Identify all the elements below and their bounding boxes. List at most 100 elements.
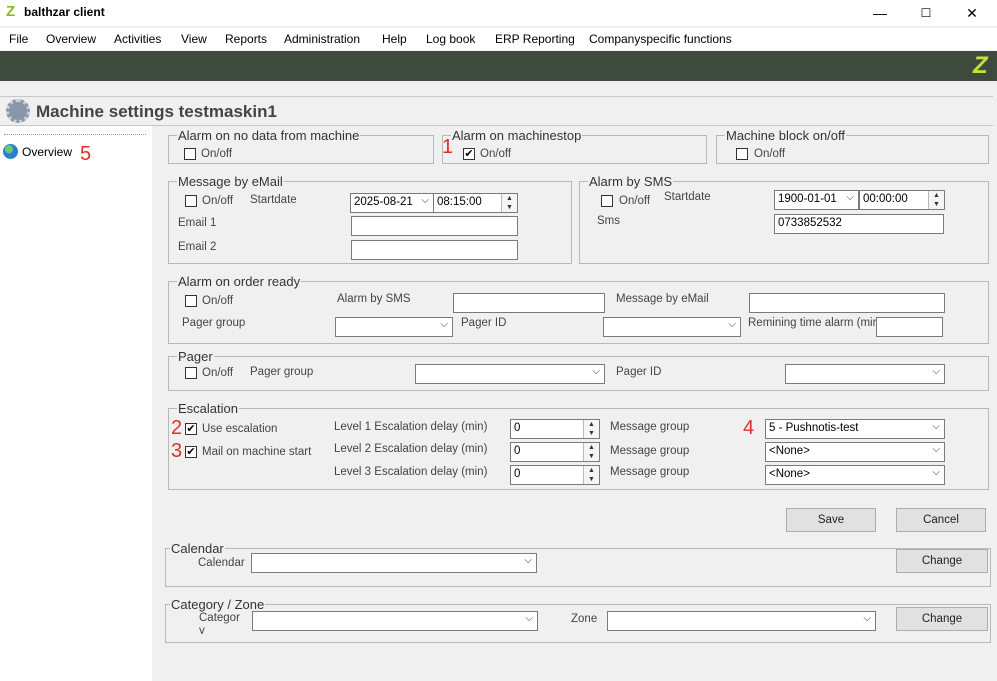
spin-arrows-icon[interactable]: ▲ ▼ (928, 191, 944, 209)
navigation-panel (0, 126, 152, 681)
nav-item-overview[interactable]: Overview (22, 145, 72, 159)
pager-id-select[interactable]: ⌵ (785, 364, 945, 384)
order-ready-pager-id-label: Pager ID (461, 317, 507, 329)
machine-block-legend: Machine block on/off (726, 128, 845, 143)
marker-3: 3 (171, 440, 183, 462)
sms-startdate-label: Startdate (664, 191, 711, 203)
email1-label: Email 1 (178, 217, 217, 229)
email-startdate-label: Startdate (250, 194, 297, 206)
sms-date-picker[interactable]: 1900-01-01 ⌵ (774, 190, 859, 210)
pager-onoff-label: On/off (202, 367, 234, 379)
chevron-down-icon: ⌵ (932, 467, 940, 478)
chevron-down-icon: ⌵ (932, 366, 940, 377)
calendar-change-button[interactable]: Change (896, 549, 988, 573)
chevron-down-icon: ⌵ (932, 444, 940, 455)
chevron-down-icon: ⌵ (592, 366, 600, 377)
spin-arrows-icon[interactable]: ▲ ▼ (583, 466, 599, 484)
order-ready-email-input[interactable] (749, 293, 945, 313)
sms-time-value: 00:00:00 (863, 193, 908, 205)
email2-input[interactable] (351, 240, 518, 260)
email2-label: Email 2 (178, 241, 217, 253)
menu-administration[interactable]: Administration (284, 32, 360, 46)
menu-file[interactable]: File (9, 32, 28, 46)
maximize-button[interactable]: ☐ (903, 0, 949, 26)
pager-legend: Pager (178, 349, 213, 364)
alarm-machinestop-label: On/off (480, 148, 512, 160)
menu-activities[interactable]: Activities (114, 32, 161, 46)
level2-delay-stepper[interactable]: 0 ▲ ▼ (510, 442, 600, 462)
sms-legend: Alarm by SMS (589, 174, 673, 189)
alarm-machinestop-checkbox[interactable]: ✔ (463, 148, 475, 160)
order-ready-pager-id-select[interactable]: ⌵ (603, 317, 741, 337)
level1-msg-group-select[interactable]: 5 - Pushnotis-test ⌵ (765, 419, 945, 439)
mail-on-start-checkbox[interactable]: ✔ (185, 446, 197, 458)
category-label: Categor y (199, 612, 240, 634)
alarm-machinestop-legend: Alarm on machinestop (452, 128, 582, 143)
cancel-button[interactable]: Cancel (896, 508, 986, 532)
title-bar (0, 0, 997, 26)
marker-1: 1 (442, 136, 454, 158)
menu-view[interactable]: View (181, 32, 207, 46)
sms-checkbox[interactable] (601, 195, 613, 207)
marker-5: 5 (80, 143, 92, 165)
level3-msg-group-select[interactable]: <None> ⌵ (765, 465, 945, 485)
alarm-no-data-legend: Alarm on no data from machine (178, 128, 360, 143)
menu-log-book[interactable]: Log book (426, 32, 475, 46)
sms-number-input[interactable]: 0733852532 (774, 214, 944, 234)
category-zone-legend: Category / Zone (171, 597, 265, 612)
app-logo-icon: Z (6, 3, 16, 20)
calendar-select[interactable]: ⌵ (251, 553, 537, 573)
sms-number-label: Sms (597, 215, 620, 227)
pager-group-select[interactable]: ⌵ (415, 364, 605, 384)
level1-msg-group-value: 5 - Pushnotis-test (769, 422, 859, 434)
use-escalation-label: Use escalation (202, 423, 278, 435)
email1-input[interactable] (351, 216, 518, 236)
level3-msg-group-value: <None> (769, 468, 810, 480)
window-title: balthzar client (24, 5, 105, 19)
email-date-picker[interactable]: 2025-08-21 ⌵ (350, 193, 434, 213)
zone-select[interactable]: ⌵ (607, 611, 876, 631)
sms-time-stepper[interactable]: 00:00:00 ▲ ▼ (859, 190, 945, 210)
globe-icon (3, 144, 18, 159)
remaining-time-input[interactable] (876, 317, 943, 337)
order-ready-email-label: Message by eMail (616, 293, 709, 305)
email-time-value: 08:15:00 (437, 196, 482, 208)
pager-checkbox[interactable] (185, 367, 197, 379)
menu-help[interactable]: Help (382, 32, 407, 46)
order-ready-sms-input[interactable] (453, 293, 605, 313)
menu-erp-reporting[interactable]: ERP Reporting (495, 32, 575, 46)
menu-overview[interactable]: Overview (46, 32, 96, 46)
category-select[interactable]: ⌵ (252, 611, 538, 631)
spin-arrows-icon[interactable]: ▲ ▼ (583, 420, 599, 438)
email-checkbox[interactable] (185, 195, 197, 207)
level2-msg-group-value: <None> (769, 445, 810, 457)
email-time-stepper[interactable]: 08:15:00 ▲ ▼ (433, 193, 518, 213)
chevron-down-icon: ⌵ (440, 319, 448, 330)
close-button[interactable]: ✕ (949, 0, 995, 26)
order-ready-pager-group-label: Pager group (182, 317, 246, 329)
zone-change-button[interactable]: Change (896, 607, 988, 631)
marker-2: 2 (171, 417, 183, 439)
alarm-no-data-checkbox[interactable] (184, 148, 196, 160)
order-ready-pager-group-select[interactable]: ⌵ (335, 317, 453, 337)
spin-arrows-icon[interactable]: ▲ ▼ (583, 443, 599, 461)
spin-arrows-icon[interactable]: ▲ ▼ (501, 194, 517, 212)
chevron-down-icon: ⌵ (846, 192, 854, 203)
menu-reports[interactable]: Reports (225, 32, 267, 46)
email-date-value: 2025-08-21 (354, 196, 413, 208)
order-ready-checkbox[interactable] (185, 295, 197, 307)
email-onoff-label: On/off (202, 195, 234, 207)
brand-bar (0, 51, 997, 81)
gear-icon (6, 99, 30, 123)
minimize-button[interactable]: — (857, 0, 903, 26)
save-button[interactable]: Save (786, 508, 876, 532)
sms-date-value: 1900-01-01 (778, 193, 837, 205)
machine-block-checkbox[interactable] (736, 148, 748, 160)
use-escalation-checkbox[interactable]: ✔ (185, 423, 197, 435)
menu-companyspecific[interactable]: Companyspecific functions (589, 32, 732, 46)
level3-delay-stepper[interactable]: 0 ▲ ▼ (510, 465, 600, 485)
level2-msg-group-select[interactable]: <None> ⌵ (765, 442, 945, 462)
chevron-down-icon: ⌵ (728, 319, 736, 330)
level1-delay-stepper[interactable]: 0 ▲ ▼ (510, 419, 600, 439)
machine-block-label: On/off (754, 148, 786, 160)
